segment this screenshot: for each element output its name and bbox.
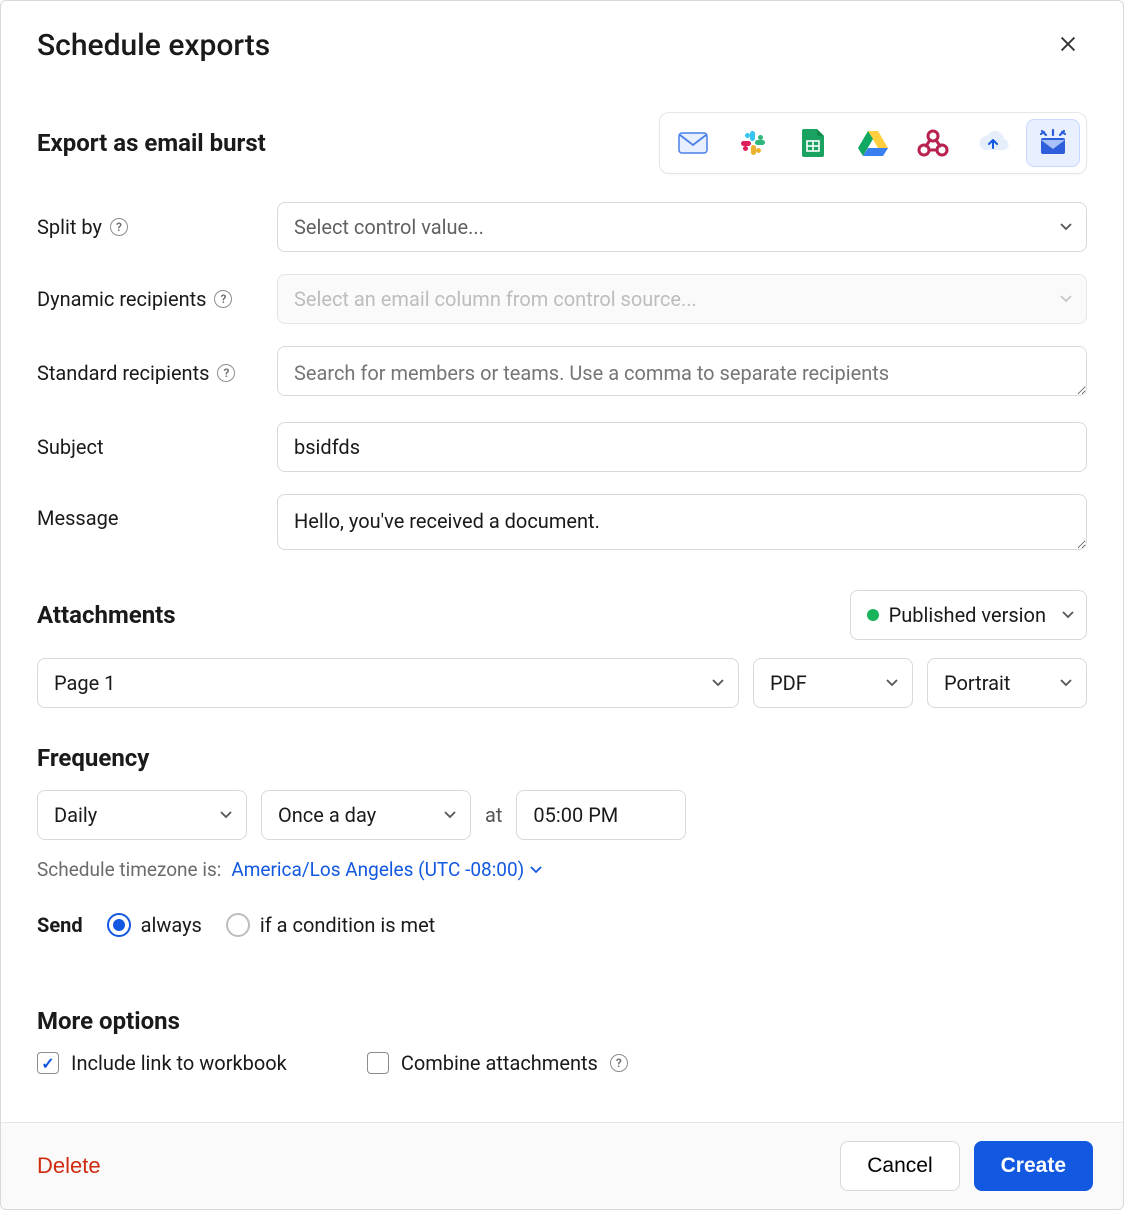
status-dot-icon: [867, 609, 879, 621]
dialog-title: Schedule exports: [37, 28, 270, 63]
chevron-down-icon: [1062, 611, 1074, 619]
destination-webhook[interactable]: [906, 119, 960, 167]
dynamic-recipients-select: Select an email column from control sour…: [277, 274, 1087, 324]
destination-cloud-storage[interactable]: [966, 119, 1020, 167]
frequency-title: Frequency: [37, 744, 1087, 772]
chevron-down-icon: [712, 679, 724, 687]
cancel-button[interactable]: Cancel: [840, 1141, 959, 1191]
export-section-header: Export as email burst: [37, 112, 1087, 174]
checkbox-checked-icon: [37, 1052, 59, 1074]
dialog-body[interactable]: Export as email burst: [1, 74, 1123, 1122]
frequency-interval-select[interactable]: Daily: [37, 790, 247, 840]
send-label: Send: [37, 913, 83, 937]
help-icon[interactable]: ?: [110, 218, 128, 236]
send-option-condition[interactable]: if a condition is met: [226, 913, 435, 937]
destination-selector: [659, 112, 1087, 174]
close-button[interactable]: [1049, 25, 1087, 66]
send-option-always[interactable]: always: [107, 913, 202, 937]
checkbox-unchecked-icon: [367, 1052, 389, 1074]
chevron-down-icon: [220, 811, 232, 819]
help-icon[interactable]: ?: [214, 290, 232, 308]
subject-label: Subject: [37, 435, 277, 459]
timezone-select[interactable]: America/Los Angeles (UTC -08:00): [231, 858, 542, 881]
destination-slack[interactable]: [726, 119, 780, 167]
attachment-orientation-select[interactable]: Portrait: [927, 658, 1087, 708]
split-by-label: Split by ?: [37, 215, 277, 239]
chevron-down-icon: [886, 679, 898, 687]
close-icon: [1057, 33, 1079, 55]
message-label: Message: [37, 494, 277, 530]
export-section-title: Export as email burst: [37, 129, 266, 157]
help-icon[interactable]: ?: [217, 364, 235, 382]
destination-google-drive[interactable]: [846, 119, 900, 167]
frequency-times-select[interactable]: Once a day: [261, 790, 471, 840]
attachment-format-select[interactable]: PDF: [753, 658, 913, 708]
chevron-down-icon: [1060, 679, 1072, 687]
delete-button[interactable]: Delete: [31, 1152, 107, 1180]
standard-recipients-input[interactable]: [277, 346, 1087, 396]
frequency-time-input[interactable]: 05:00 PM: [516, 790, 686, 840]
version-select[interactable]: Published version: [850, 590, 1087, 640]
message-input[interactable]: [277, 494, 1087, 550]
dynamic-recipients-label: Dynamic recipients ?: [37, 287, 277, 311]
at-label: at: [485, 803, 502, 827]
chevron-down-icon: [1060, 223, 1072, 231]
standard-recipients-label: Standard recipients ?: [37, 361, 277, 385]
schedule-exports-dialog: Schedule exports Export as email burst: [0, 0, 1124, 1210]
timezone-label: Schedule timezone is:: [37, 858, 221, 881]
chevron-down-icon: [530, 866, 542, 874]
help-icon[interactable]: ?: [610, 1054, 628, 1072]
combine-attachments-checkbox[interactable]: Combine attachments ?: [367, 1051, 628, 1075]
destination-email[interactable]: [666, 119, 720, 167]
attachments-title: Attachments: [37, 601, 176, 629]
more-options-title: More options: [37, 1007, 1087, 1035]
dialog-header: Schedule exports: [1, 1, 1123, 74]
dialog-footer: Delete Cancel Create: [1, 1122, 1123, 1209]
split-by-select[interactable]: Select control value...: [277, 202, 1087, 252]
destination-google-sheets[interactable]: [786, 119, 840, 167]
subject-input[interactable]: [277, 422, 1087, 472]
destination-email-burst[interactable]: [1026, 119, 1080, 167]
attachment-element-select[interactable]: Page 1: [37, 658, 739, 708]
include-link-checkbox[interactable]: Include link to workbook: [37, 1051, 287, 1075]
chevron-down-icon: [444, 811, 456, 819]
chevron-down-icon: [1060, 295, 1072, 303]
radio-selected-icon: [107, 913, 131, 937]
radio-unselected-icon: [226, 913, 250, 937]
create-button[interactable]: Create: [974, 1141, 1093, 1191]
